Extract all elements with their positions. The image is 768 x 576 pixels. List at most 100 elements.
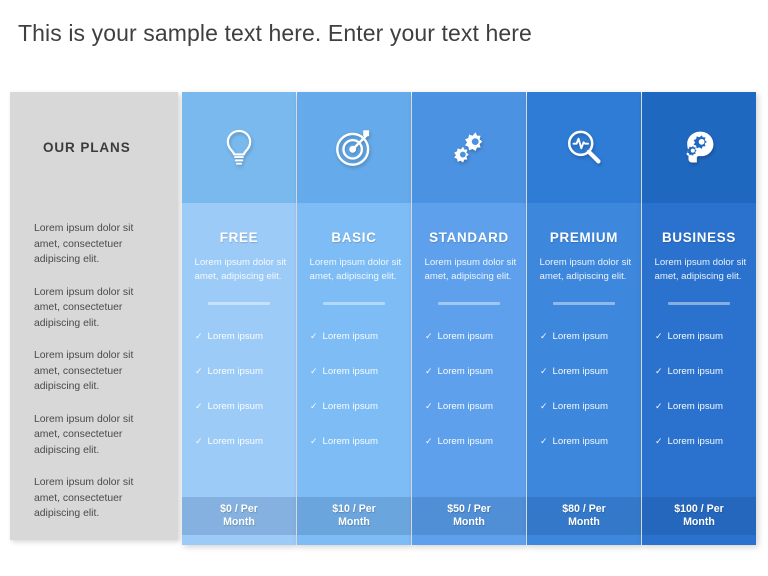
plan-price-label: $100 / Per Month [674,503,724,528]
page-title: This is your sample text here. Enter you… [18,20,532,46]
plan-feature-list: ✓ Lorem ipsum ✓ Lorem ipsum ✓ Lorem ipsum ✓ Lor… [182,319,296,459]
plan-feature-label: Lorem ipsum [437,401,493,412]
plan-feature-item: ✓ Lorem ipsum [310,389,411,424]
plan-feature-label: Lorem ipsum [437,436,493,447]
plan-body: BASIC Lorem ipsum dolor sit amet, adipisc… [297,203,411,459]
plan-name: STANDARD [429,230,509,245]
plan-feature-item: ✓ Lorem ipsum [310,424,411,459]
plan-divider [323,302,385,305]
plan-column-basic[interactable]: BASIC Lorem ipsum dolor sit amet, adipisc… [297,92,411,545]
check-icon: ✓ [310,401,318,411]
gears-icon [448,127,490,169]
plan-feature-item: ✓ Lorem ipsum [195,319,296,354]
check-icon: ✓ [540,331,548,341]
check-icon: ✓ [425,366,433,376]
plan-price-button[interactable]: $50 / Per Month [412,497,526,535]
plan-divider [668,302,730,305]
plan-feature-item: ✓ Lorem ipsum [655,424,756,459]
plan-price-label: $0 / Per Month [220,503,258,528]
plan-header-basic [297,92,411,203]
check-icon: ✓ [540,436,548,446]
magnifier-pulse-icon [563,127,605,169]
plan-feature-item: ✓ Lorem ipsum [195,389,296,424]
check-icon: ✓ [540,401,548,411]
plan-body: FREE Lorem ipsum dolor sit amet, adipisci… [182,203,296,459]
plan-feature-label: Lorem ipsum [207,401,263,412]
plan-feature-label: Lorem ipsum [552,401,608,412]
plan-column-free[interactable]: FREE Lorem ipsum dolor sit amet, adipisci… [182,92,296,545]
check-icon: ✓ [425,401,433,411]
head-gears-icon [678,127,720,169]
plan-description: Lorem ipsum dolor sit amet, adipiscing e… [539,257,632,282]
features-panel: OUR PLANS Lorem ipsum dolor sit amet, co… [10,92,178,540]
check-icon: ✓ [655,331,663,341]
pricing-table: OUR PLANS Lorem ipsum dolor sit amet, co… [10,92,758,547]
check-icon: ✓ [310,436,318,446]
plan-feature-label: Lorem ipsum [667,401,723,412]
check-icon: ✓ [195,401,203,411]
plan-feature-item: ✓ Lorem ipsum [425,354,526,389]
plan-body: BUSINESS Lorem ipsum dolor sit amet, adip… [642,203,756,459]
features-panel-header: OUR PLANS [10,92,178,203]
target-icon [333,127,375,169]
plan-price-button[interactable]: $80 / Per Month [527,497,641,535]
plan-price-button[interactable]: $10 / Per Month [297,497,411,535]
plan-name: BUSINESS [661,230,737,245]
plan-name: FREE [219,230,259,245]
check-icon: ✓ [540,366,548,376]
plan-feature-label: Lorem ipsum [667,436,723,447]
plan-feature-label: Lorem ipsum [207,366,263,377]
plan-description: Lorem ipsum dolor sit amet, adipiscing e… [309,257,402,282]
plan-feature-item: ✓ Lorem ipsum [655,319,756,354]
plan-column-premium[interactable]: PREMIUM Lorem ipsum dolor sit amet, adipi… [527,92,641,545]
feature-description-row: Lorem ipsum dolor sit amet, consectetuer… [34,413,134,456]
plan-feature-label: Lorem ipsum [207,331,263,342]
plan-divider [553,302,615,305]
plan-price-button[interactable]: $100 / Per Month [642,497,756,535]
plan-feature-item: ✓ Lorem ipsum [540,354,641,389]
plan-header-business [642,92,756,203]
plan-body: PREMIUM Lorem ipsum dolor sit amet, adipi… [527,203,641,459]
feature-description-row: Lorem ipsum dolor sit amet, consectetuer… [34,286,134,329]
feature-description-row: Lorem ipsum dolor sit amet, consectetuer… [34,477,134,519]
feature-description-row: Lorem ipsum dolor sit amet, consectetuer… [34,223,134,265]
plan-name: BASIC [331,230,377,245]
check-icon: ✓ [195,331,203,341]
plan-description: Lorem ipsum dolor sit amet, adipiscing e… [654,257,747,282]
plan-price-button[interactable]: $0 / Per Month [182,497,296,535]
plan-feature-item: ✓ Lorem ipsum [540,319,641,354]
check-icon: ✓ [425,436,433,446]
plan-description: Lorem ipsum dolor sit amet, adipiscing e… [424,257,517,282]
plan-body: STANDARD Lorem ipsum dolor sit amet, adip… [412,203,526,459]
plan-column-standard[interactable]: STANDARD Lorem ipsum dolor sit amet, adip… [412,92,526,545]
plan-feature-item: ✓ Lorem ipsum [540,424,641,459]
plan-feature-item: ✓ Lorem ipsum [425,389,526,424]
plan-price-label: $80 / Per Month [562,503,606,528]
check-icon: ✓ [655,436,663,446]
plan-feature-label: Lorem ipsum [667,331,723,342]
plan-feature-item: ✓ Lorem ipsum [655,389,756,424]
plan-feature-item: ✓ Lorem ipsum [310,319,411,354]
plan-feature-label: Lorem ipsum [322,436,378,447]
plan-feature-label: Lorem ipsum [552,331,608,342]
plan-feature-label: Lorem ipsum [437,366,493,377]
plan-price-label: $10 / Per Month [332,503,376,528]
plan-feature-list: ✓ Lorem ipsum ✓ Lorem ipsum ✓ Lorem ipsum ✓ Lor… [412,319,526,459]
check-icon: ✓ [655,401,663,411]
plan-feature-item: ✓ Lorem ipsum [310,354,411,389]
plan-header-premium [527,92,641,203]
plan-feature-item: ✓ Lorem ipsum [540,389,641,424]
plan-feature-item: ✓ Lorem ipsum [655,354,756,389]
plan-column-business[interactable]: BUSINESS Lorem ipsum dolor sit amet, adip… [642,92,756,545]
plan-feature-item: ✓ Lorem ipsum [195,354,296,389]
plan-header-standard [412,92,526,203]
plan-divider [438,302,500,305]
check-icon: ✓ [310,331,318,341]
features-list: Lorem ipsum dolor sit amet, consectetuer… [10,203,178,522]
plan-feature-list: ✓ Lorem ipsum ✓ Lorem ipsum ✓ Lorem ipsum ✓ Lor… [297,319,411,459]
plan-description: Lorem ipsum dolor sit amet, adipiscing e… [194,257,287,282]
plan-feature-label: Lorem ipsum [207,436,263,447]
plan-feature-list: ✓ Lorem ipsum ✓ Lorem ipsum ✓ Lorem ipsum ✓ Lor… [642,319,756,459]
our-plans-label: OUR PLANS [43,140,131,155]
plan-name: PREMIUM [549,230,619,245]
